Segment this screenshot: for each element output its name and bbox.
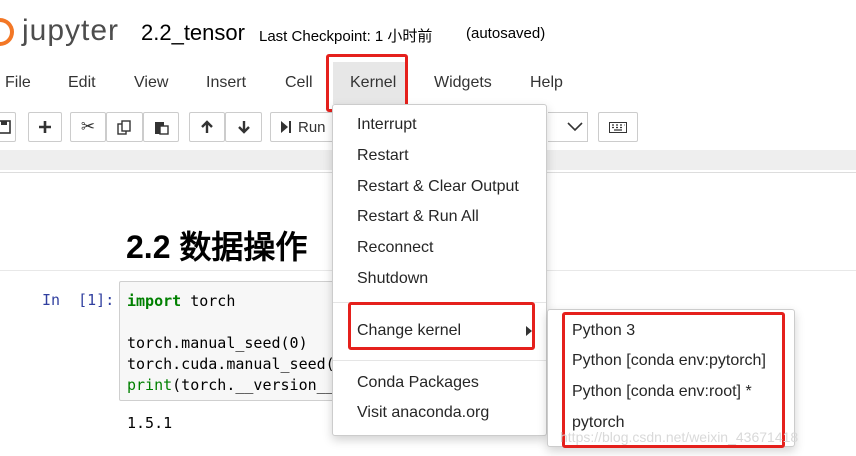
autosave-status: (autosaved): [466, 25, 546, 42]
run-icon: [281, 121, 291, 133]
menu-cell[interactable]: Cell: [285, 74, 313, 92]
watermark-text: https://blog.csdn.net/weixin_43671418: [560, 429, 799, 445]
menu-divider: [333, 360, 546, 361]
menu-file[interactable]: File: [5, 74, 31, 92]
menu-insert[interactable]: Insert: [206, 74, 246, 92]
menu-item-reconnect[interactable]: Reconnect: [357, 239, 434, 257]
move-up-button[interactable]: [189, 112, 225, 142]
notebook-title[interactable]: 2.2_tensor: [141, 20, 245, 46]
checkpoint-status: Last Checkpoint: 1 小时前: [259, 28, 433, 45]
cut-icon: ✂: [80, 117, 96, 136]
menu-help[interactable]: Help: [530, 74, 563, 92]
menu-item-restart[interactable]: Restart: [357, 147, 409, 165]
paste-icon: [154, 121, 169, 135]
cell-output: 1.5.1: [127, 414, 173, 432]
run-label: Run: [298, 118, 326, 136]
menu-item-interrupt[interactable]: Interrupt: [357, 116, 417, 134]
save-button[interactable]: [0, 112, 16, 142]
keyboard-icon: [609, 121, 627, 133]
move-down-button[interactable]: [225, 112, 262, 142]
cut-button[interactable]: ✂: [70, 112, 106, 142]
command-palette-button[interactable]: [598, 112, 638, 142]
cell-input-prompt: In [1]:: [42, 291, 115, 309]
copy-icon: [117, 119, 131, 135]
menu-item-shutdown[interactable]: Shutdown: [357, 270, 428, 288]
paste-button[interactable]: [143, 112, 179, 142]
menu-item-visit-anaconda[interactable]: Visit anaconda.org: [357, 404, 489, 422]
copy-button[interactable]: [106, 112, 143, 142]
chevron-down-icon: [567, 122, 583, 132]
markdown-heading[interactable]: 2.2 数据操作: [126, 222, 307, 268]
run-button[interactable]: Run: [270, 112, 334, 142]
jupyter-logo-text[interactable]: jupyter: [22, 14, 119, 48]
cell-type-select[interactable]: [548, 112, 588, 142]
menu-widgets[interactable]: Widgets: [434, 74, 492, 92]
menu-view[interactable]: View: [134, 74, 168, 92]
menubar: [0, 62, 856, 106]
save-icon: [0, 120, 11, 134]
menu-item-conda-packages[interactable]: Conda Packages: [357, 374, 479, 392]
code-line: print(torch.__version__): [127, 376, 344, 394]
add-cell-button[interactable]: [28, 112, 62, 142]
code-line: torch.manual_seed(0): [127, 334, 308, 352]
move-down-icon: [237, 121, 250, 134]
submenu-highlight-box: [562, 312, 785, 448]
move-up-icon: [201, 120, 213, 133]
menu-item-restart-clear-output[interactable]: Restart & Clear Output: [357, 178, 519, 196]
add-cell-icon: [39, 121, 51, 133]
code-line: torch.cuda.manual_seed(0: [127, 355, 344, 373]
change-kernel-highlight-box: [348, 302, 535, 350]
code-line: import torch: [127, 292, 236, 310]
menu-item-restart-run-all[interactable]: Restart & Run All: [357, 208, 479, 226]
menu-edit[interactable]: Edit: [68, 74, 96, 92]
